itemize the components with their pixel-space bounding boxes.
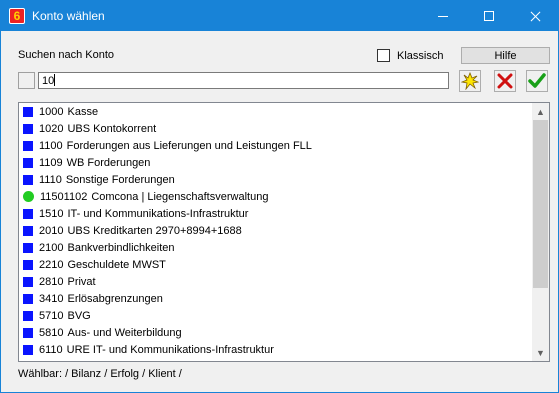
classic-label: Klassisch <box>397 49 444 62</box>
list-item[interactable]: 1510 IT- und Kommunikations-Infrastruktur <box>19 205 549 222</box>
blue-square-icon <box>23 242 33 253</box>
blue-square-icon <box>23 123 33 134</box>
close-button[interactable] <box>512 1 558 31</box>
blue-square-icon <box>23 157 33 168</box>
green-check-icon <box>528 73 546 88</box>
blue-square-icon <box>23 140 33 151</box>
blue-square-icon <box>23 293 33 304</box>
account-name: URE IT- und Kommunikations-Infrastruktur <box>66 343 274 356</box>
list-item[interactable]: 1109 WB Forderungen <box>19 154 549 171</box>
account-number: 2810 <box>39 275 64 288</box>
blue-square-icon <box>23 276 33 287</box>
new-account-button[interactable] <box>459 70 481 92</box>
account-number: 11501102 <box>40 190 88 203</box>
account-name: Kasse <box>67 105 99 118</box>
blue-square-icon <box>23 310 33 321</box>
list-item[interactable]: 1100 Forderungen aus Lieferungen und Leis… <box>19 137 549 154</box>
account-number: 6210 <box>39 361 63 362</box>
list-item[interactable]: 3410 Erlösabgrenzungen <box>19 290 549 307</box>
account-name: Sonstige Forderungen <box>65 173 175 186</box>
list-item[interactable]: 1110 Sonstige Forderungen <box>19 171 549 188</box>
vertical-scrollbar[interactable]: ▲ ▼ <box>532 103 549 361</box>
blue-square-icon <box>23 259 33 270</box>
account-number: 1100 <box>39 139 63 152</box>
search-value: 10 <box>42 75 55 87</box>
list-item[interactable]: 11501102 Comcona | Liegenschaftsverwaltun… <box>19 188 549 205</box>
classic-option[interactable]: Klassisch <box>377 49 443 62</box>
account-name: WB Forderungen <box>66 156 151 169</box>
account-name: BVG <box>67 309 91 322</box>
list-item[interactable]: 5710 BVG <box>19 307 549 324</box>
green-circle-icon <box>23 191 34 202</box>
account-name: UBS Kontokorrent <box>67 122 157 135</box>
search-label: Suchen nach Konto <box>18 49 115 61</box>
text-caret <box>54 74 56 86</box>
blue-square-icon <box>23 174 33 185</box>
list-item[interactable]: 2210 Geschuldete MWST <box>19 256 549 273</box>
list-item[interactable]: 5810 Aus- und Weiterbildung <box>19 324 549 341</box>
scroll-down-arrow-icon[interactable]: ▼ <box>532 344 549 361</box>
list-item[interactable]: 1020 UBS Kontokorrent <box>19 120 549 137</box>
title-bar[interactable]: 6 Konto wählen <box>1 1 558 31</box>
account-number: 1510 <box>39 207 64 220</box>
list-item[interactable]: 2810 Privat <box>19 273 549 290</box>
filter-toggle-box[interactable] <box>18 72 35 89</box>
red-x-icon <box>497 73 513 89</box>
new-sparkle-icon <box>461 72 479 90</box>
account-number: 3410 <box>39 292 64 305</box>
blue-square-icon <box>23 344 33 355</box>
blue-square-icon <box>23 208 33 219</box>
account-name: IT- und Kommunikations-Infrastruktur <box>67 207 249 220</box>
search-input[interactable]: 10 <box>38 72 449 89</box>
classic-checkbox[interactable] <box>377 49 390 62</box>
account-number: 2210 <box>39 258 64 271</box>
list-item[interactable]: 2010 UBS Kreditkarten 2970+8994+1688 <box>19 222 549 239</box>
account-name: Privat <box>67 275 96 288</box>
account-name: Fahrzeugkosten <box>67 361 146 362</box>
account-name: Erlösabgrenzungen <box>67 292 163 305</box>
account-number: 1110 <box>39 173 62 186</box>
account-name: Bankverbindlichkeiten <box>67 241 175 254</box>
status-text: Wählbar: / Bilanz / Erfolg / Klient / <box>18 368 182 380</box>
account-name: UBS Kreditkarten 2970+8994+1688 <box>67 224 242 237</box>
account-name: Comcona | Liegenschaftsverwaltung <box>91 190 269 203</box>
account-name: Geschuldete MWST <box>67 258 166 271</box>
account-number: 5710 <box>39 309 64 322</box>
minimize-button[interactable] <box>420 1 466 31</box>
app-icon: 6 <box>9 8 25 24</box>
blue-square-icon <box>23 327 33 338</box>
blue-square-icon <box>23 362 33 363</box>
account-number: 2010 <box>39 224 64 237</box>
list-item[interactable]: 6110 URE IT- und Kommunikations-Infrastru… <box>19 341 549 358</box>
list-item[interactable]: 2100 Bankverbindlichkeiten <box>19 239 549 256</box>
scroll-thumb[interactable] <box>533 120 548 288</box>
account-number: 5810 <box>39 326 64 339</box>
account-list-items: 1000 Kasse 1020 UBS Kontokorrent 1100 Forderu… <box>19 103 549 362</box>
cancel-button[interactable] <box>494 70 516 92</box>
account-number: 1020 <box>39 122 64 135</box>
account-number: 1000 <box>39 105 64 118</box>
dialog-window: 6 Konto wählen Suchen nach Konto Klassis… <box>0 0 559 393</box>
help-button[interactable]: Hilfe <box>461 47 550 64</box>
list-item[interactable]: 6210 Fahrzeugkosten <box>19 358 549 362</box>
account-name: Aus- und Weiterbildung <box>67 326 182 339</box>
scroll-up-arrow-icon[interactable]: ▲ <box>532 103 549 120</box>
account-number: 2100 <box>39 241 64 254</box>
ok-button[interactable] <box>526 70 548 92</box>
account-name: Forderungen aus Lieferungen und Leistung… <box>66 139 312 152</box>
account-number: 1109 <box>39 156 63 169</box>
maximize-button[interactable] <box>466 1 512 31</box>
blue-square-icon <box>23 106 33 117</box>
window-controls <box>420 1 558 31</box>
blue-square-icon <box>23 225 33 236</box>
list-item[interactable]: 1000 Kasse <box>19 103 549 120</box>
window-title: Konto wählen <box>32 9 105 23</box>
account-list[interactable]: 1000 Kasse 1020 UBS Kontokorrent 1100 Forderu… <box>18 102 550 362</box>
account-number: 6110 <box>39 343 63 356</box>
